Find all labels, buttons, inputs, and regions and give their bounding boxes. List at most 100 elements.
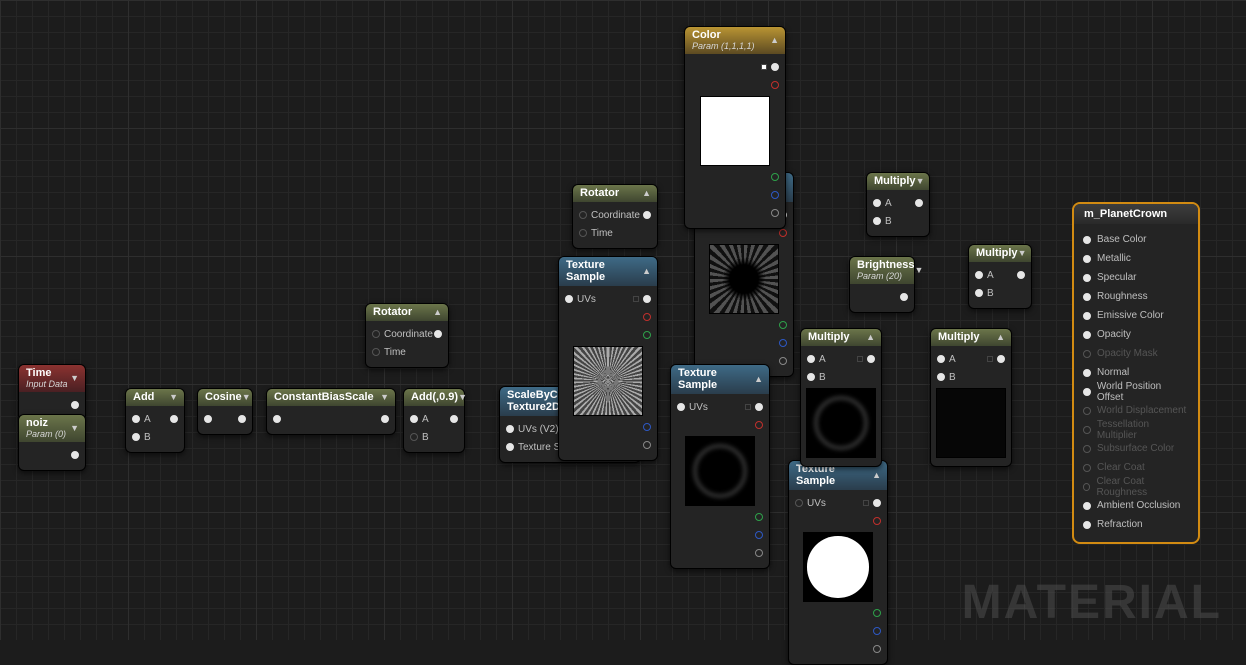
input-pin[interactable] xyxy=(1083,255,1091,263)
output-pin-b[interactable] xyxy=(755,531,763,539)
input-pin-time[interactable] xyxy=(579,229,587,237)
input-pin-a[interactable] xyxy=(132,415,140,423)
node-cosine[interactable]: Cosine ▼ xyxy=(197,388,253,435)
node-rotator-2[interactable]: Rotator ▲ Coordinate Time xyxy=(572,184,658,249)
output-pin[interactable] xyxy=(434,330,442,338)
input-pin-scale[interactable] xyxy=(506,443,514,451)
node-add-1[interactable]: Add ▼ A B xyxy=(125,388,185,453)
chevron-down-icon[interactable]: ▼ xyxy=(70,423,79,433)
output-pin[interactable] xyxy=(71,451,79,459)
input-pin[interactable] xyxy=(1083,312,1091,320)
node-multiply-4[interactable]: Multiply▼ A B xyxy=(968,244,1032,309)
output-pin[interactable] xyxy=(238,415,246,423)
chevron-down-icon[interactable]: ▼ xyxy=(70,373,79,383)
input-pin[interactable] xyxy=(1083,236,1091,244)
input-pin-a[interactable] xyxy=(975,271,983,279)
output-pin-row[interactable]: Opacity Mask xyxy=(1078,344,1194,363)
output-pin-row[interactable]: Roughness xyxy=(1078,287,1194,306)
chevron-down-icon[interactable]: ▼ xyxy=(914,265,923,275)
input-pin[interactable] xyxy=(1083,521,1091,529)
output-pin-r[interactable] xyxy=(643,313,651,321)
output-pin-row[interactable]: World Displacement xyxy=(1078,401,1194,420)
input-pin[interactable] xyxy=(1083,445,1091,453)
chevron-up-icon[interactable]: ▲ xyxy=(866,332,875,342)
chevron-up-icon[interactable]: ▲ xyxy=(642,188,651,198)
output-pin-row[interactable]: Subsurface Color xyxy=(1078,439,1194,458)
chevron-down-icon[interactable]: ▼ xyxy=(1018,248,1027,258)
output-pin-b[interactable] xyxy=(873,627,881,635)
input-pin-a[interactable] xyxy=(410,415,418,423)
chevron-down-icon[interactable]: ▼ xyxy=(916,176,925,186)
output-pin-row[interactable]: Opacity xyxy=(1078,325,1194,344)
input-pin-b[interactable] xyxy=(975,289,983,297)
output-pin-r[interactable] xyxy=(755,421,763,429)
input-pin-uvs[interactable] xyxy=(677,403,685,411)
node-multiply-1[interactable]: Multiply▼ A B xyxy=(866,172,930,237)
node-time[interactable]: Time Input Data ▼ xyxy=(18,364,86,421)
output-pin-a[interactable] xyxy=(643,441,651,449)
output-pin-row[interactable]: Tessellation Multiplier xyxy=(1078,420,1194,439)
output-pin[interactable] xyxy=(381,415,389,423)
output-pin-g[interactable] xyxy=(873,609,881,617)
node-multiply-3[interactable]: Multiply▲ A B xyxy=(930,328,1012,467)
input-pin-coord[interactable] xyxy=(372,330,380,338)
node-multiply-2[interactable]: Multiply▲ A B xyxy=(800,328,882,467)
node-noiz[interactable]: noiz Param (0) ▼ xyxy=(18,414,86,471)
output-pin-rgb[interactable] xyxy=(755,403,763,411)
input-pin-uvs[interactable] xyxy=(506,425,514,433)
input-pin[interactable] xyxy=(1083,464,1091,472)
node-material-output[interactable]: m_PlanetCrown Base ColorMetallicSpecular… xyxy=(1072,202,1200,544)
output-pin[interactable] xyxy=(71,401,79,409)
chevron-down-icon[interactable]: ▼ xyxy=(380,392,389,402)
output-pin-rgb[interactable] xyxy=(771,63,779,71)
output-pin-r[interactable] xyxy=(771,81,779,89)
output-pin-b[interactable] xyxy=(643,423,651,431)
chevron-up-icon[interactable]: ▲ xyxy=(872,470,881,480)
chevron-up-icon[interactable]: ▲ xyxy=(433,307,442,317)
output-pin-r[interactable] xyxy=(873,517,881,525)
input-pin[interactable] xyxy=(1083,274,1091,282)
input-pin-b[interactable] xyxy=(807,373,815,381)
output-pin-g[interactable] xyxy=(771,173,779,181)
output-pin-row[interactable]: Specular xyxy=(1078,268,1194,287)
chevron-down-icon[interactable]: ▼ xyxy=(169,392,178,402)
output-pin-g[interactable] xyxy=(779,321,787,329)
input-pin-a[interactable] xyxy=(873,199,881,207)
chevron-up-icon[interactable]: ▲ xyxy=(996,332,1005,342)
output-pin-row[interactable]: Refraction xyxy=(1078,515,1194,534)
output-pin-a[interactable] xyxy=(779,357,787,365)
node-brightness[interactable]: Brightness Param (20) ▼ xyxy=(849,256,915,313)
output-pin[interactable] xyxy=(450,415,458,423)
output-pin[interactable] xyxy=(900,293,908,301)
output-pin[interactable] xyxy=(643,211,651,219)
input-pin-b[interactable] xyxy=(132,433,140,441)
input-pin[interactable] xyxy=(1083,388,1091,396)
input-pin[interactable] xyxy=(1083,483,1090,491)
output-pin-rgb[interactable] xyxy=(643,295,651,303)
output-pin-g[interactable] xyxy=(643,331,651,339)
output-pin-a[interactable] xyxy=(755,549,763,557)
chevron-up-icon[interactable]: ▲ xyxy=(754,374,763,384)
output-pin[interactable] xyxy=(170,415,178,423)
input-pin[interactable] xyxy=(204,415,212,423)
input-pin[interactable] xyxy=(1083,407,1091,415)
output-pin[interactable] xyxy=(1017,271,1025,279)
chevron-up-icon[interactable]: ▲ xyxy=(770,35,779,45)
input-pin-a[interactable] xyxy=(807,355,815,363)
input-pin-b[interactable] xyxy=(873,217,881,225)
chevron-down-icon[interactable]: ▼ xyxy=(458,392,467,402)
node-constant-bias-scale[interactable]: ConstantBiasScale ▼ xyxy=(266,388,396,435)
input-pin[interactable] xyxy=(1083,369,1091,377)
node-texture-sample-1[interactable]: Texture Sample ▲ UVs xyxy=(558,256,658,461)
input-pin-uvs[interactable] xyxy=(565,295,573,303)
output-pin-row[interactable]: Normal xyxy=(1078,363,1194,382)
input-pin-uvs[interactable] xyxy=(795,499,803,507)
input-pin-b[interactable] xyxy=(937,373,945,381)
input-pin-time[interactable] xyxy=(372,348,380,356)
chevron-down-icon[interactable]: ▼ xyxy=(242,392,251,402)
output-pin-b[interactable] xyxy=(779,339,787,347)
input-pin[interactable] xyxy=(1083,293,1091,301)
input-pin-a[interactable] xyxy=(937,355,945,363)
output-pin-r[interactable] xyxy=(779,229,787,237)
output-pin-row[interactable]: Base Color xyxy=(1078,230,1194,249)
